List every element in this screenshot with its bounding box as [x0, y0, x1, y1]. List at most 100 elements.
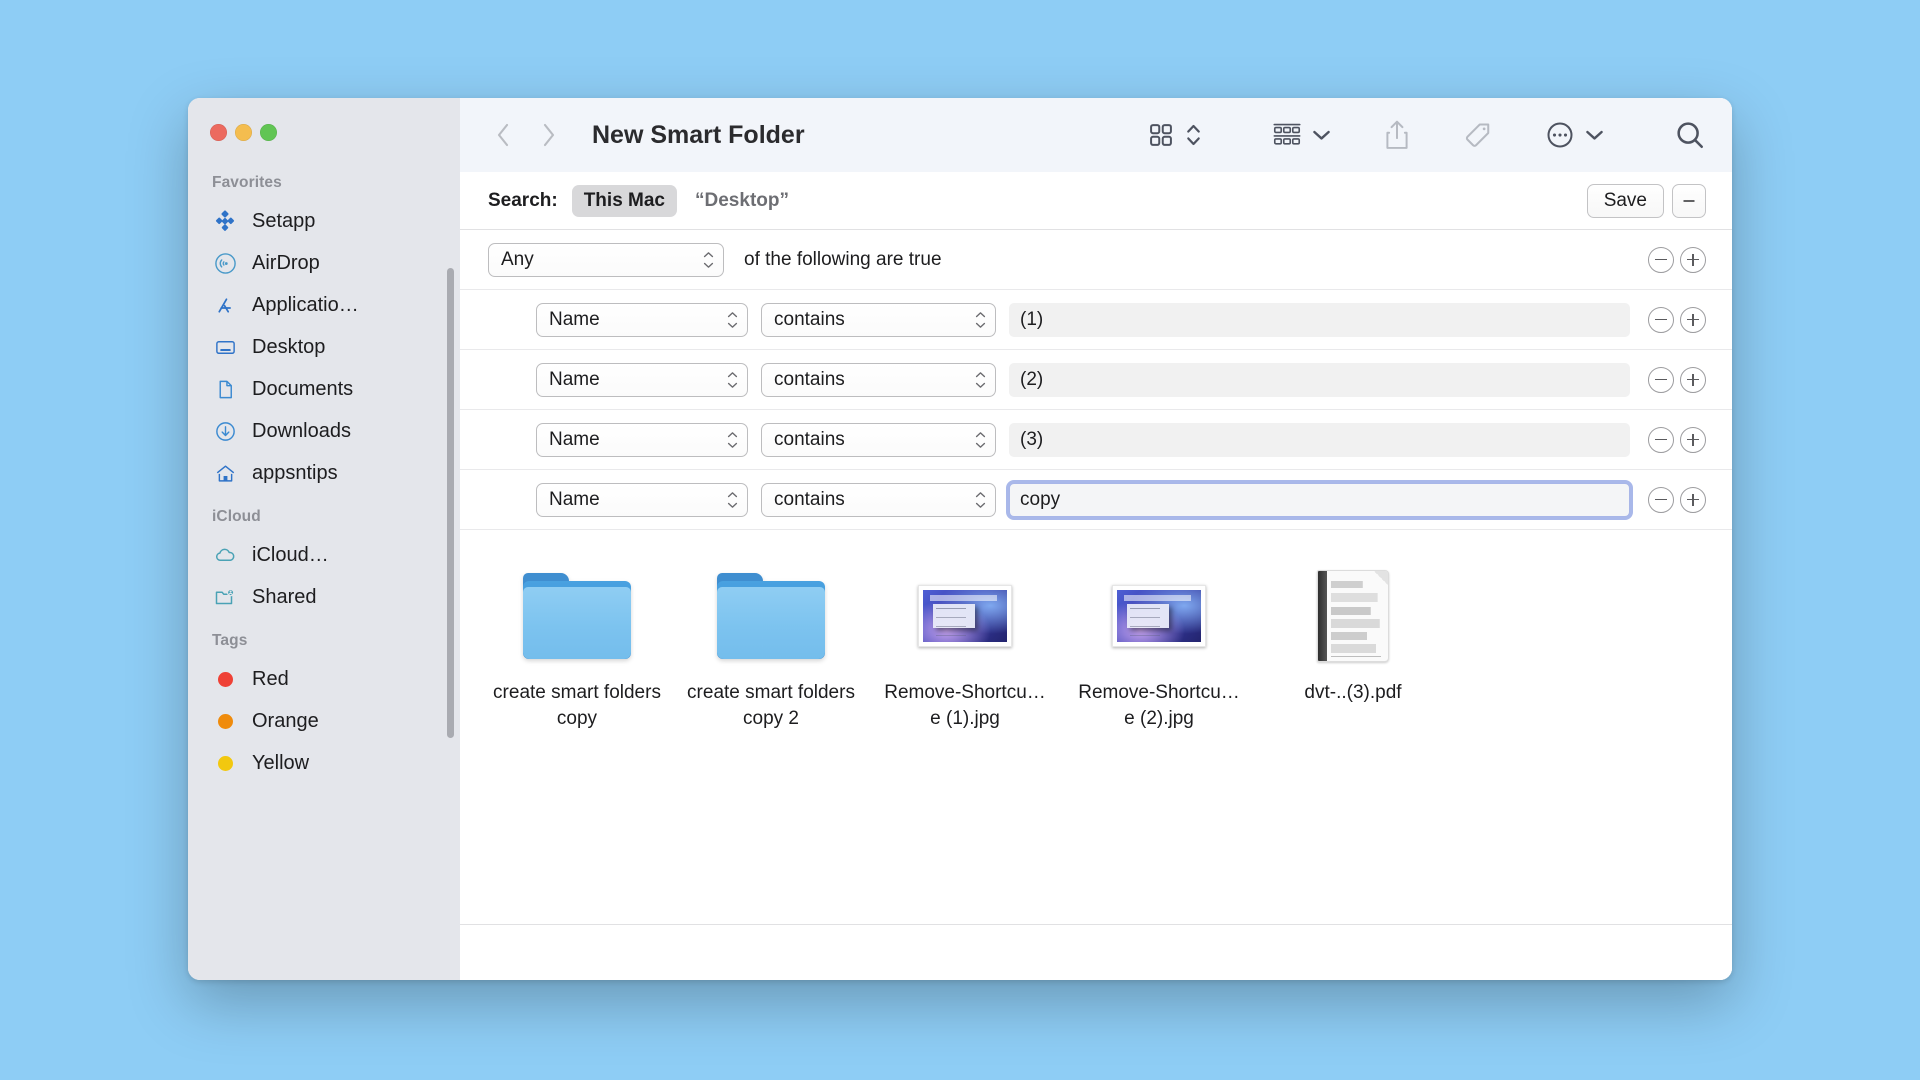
criteria-row-buttons — [1648, 486, 1706, 513]
criteria-attribute-select[interactable]: Name — [536, 482, 748, 517]
forward-button[interactable] — [538, 120, 560, 150]
add-criteria-button[interactable] — [1680, 366, 1706, 393]
sidebar-item-label: Shared — [252, 585, 317, 608]
view-options-stepper[interactable] — [1185, 120, 1202, 150]
criteria-attribute-select[interactable]: Name — [536, 302, 748, 337]
match-type-value: Any — [501, 248, 534, 270]
criteria-value-input-focused[interactable]: copy — [1009, 482, 1630, 517]
select-stepper-icon — [975, 491, 986, 508]
file-item[interactable]: Remove-Shortcu…e (1).jpg — [880, 564, 1050, 732]
navigation-buttons — [492, 120, 560, 150]
criteria-value-input[interactable]: (2) — [1009, 362, 1630, 397]
scope-this-mac[interactable]: This Mac — [571, 184, 678, 217]
criteria-operator-select[interactable]: contains — [761, 422, 996, 457]
tag-button[interactable] — [1463, 120, 1493, 150]
sidebar-item-label: AirDrop — [252, 251, 320, 274]
minus-icon — [1683, 199, 1695, 202]
file-thumbnail — [1317, 564, 1389, 668]
sidebar-scrollbar[interactable] — [447, 268, 454, 738]
sidebar-item-desktop[interactable]: Desktop — [188, 326, 460, 368]
more-button[interactable] — [1545, 120, 1575, 150]
sidebar-item-airdrop[interactable]: AirDrop — [188, 242, 460, 284]
sidebar-item-applications[interactable]: Applicatio… — [188, 284, 460, 326]
criteria-row: Name contains (1) — [460, 290, 1732, 350]
more-chevron[interactable] — [1585, 128, 1604, 142]
remove-criteria-button[interactable] — [1648, 366, 1674, 393]
file-item[interactable]: dvt-..(3).pdf — [1268, 564, 1438, 732]
criteria-value-input[interactable]: (1) — [1009, 302, 1630, 337]
group-by-button[interactable] — [1272, 121, 1302, 149]
criteria-row: Name contains (2) — [460, 350, 1732, 410]
criteria-attribute-select[interactable]: Name — [536, 362, 748, 397]
scope-desktop[interactable]: “Desktop” — [695, 190, 789, 212]
add-criteria-button[interactable] — [1680, 486, 1706, 513]
criteria-value-text: (3) — [1020, 428, 1044, 450]
more-controls — [1545, 120, 1604, 150]
icon-view-button[interactable] — [1147, 121, 1175, 149]
file-item[interactable]: Remove-Shortcu…e (2).jpg — [1074, 564, 1244, 732]
maximize-button[interactable] — [260, 124, 277, 141]
search-header-actions: Save — [1586, 183, 1706, 218]
chevron-right-icon — [543, 123, 555, 147]
sidebar-item-label: Yellow — [252, 751, 310, 774]
remove-criteria-button[interactable] — [1648, 486, 1674, 513]
toolbar: New Smart Folder — [460, 98, 1732, 172]
sidebar-item-downloads[interactable]: Downloads — [188, 410, 460, 452]
sidebar-item-shared[interactable]: Shared — [188, 576, 460, 618]
match-type-select[interactable]: Any — [488, 242, 724, 277]
add-criteria-button[interactable] — [1680, 246, 1706, 273]
criteria-attribute-value: Name — [549, 308, 600, 330]
file-item[interactable]: create smart folders copy — [492, 564, 662, 732]
sidebar-item-appsntips[interactable]: appsntips — [188, 452, 460, 494]
sidebar-item-documents[interactable]: Documents — [188, 368, 460, 410]
remove-criteria-button[interactable] — [1648, 306, 1674, 333]
sidebar-item-tag-yellow[interactable]: Yellow — [188, 742, 460, 784]
file-name: dvt-..(3).pdf — [1304, 682, 1402, 703]
criteria-attribute-value: Name — [549, 368, 600, 390]
criteria-value-text: (2) — [1020, 368, 1044, 390]
main-pane: New Smart Folder Search: This Mac “Deskt… — [460, 98, 1732, 980]
file-thumbnail — [918, 564, 1012, 668]
close-button[interactable] — [210, 124, 227, 141]
search-label: Search: — [488, 189, 558, 211]
sidebar-item-tag-red[interactable]: Red — [188, 658, 460, 700]
sidebar-item-label: Desktop — [252, 335, 326, 358]
criteria-attribute-select[interactable]: Name — [536, 422, 748, 457]
criteria-operator-value: contains — [774, 368, 845, 390]
file-item[interactable]: create smart folders copy 2 — [686, 564, 856, 732]
criteria-operator-select[interactable]: contains — [761, 302, 996, 337]
criteria-operator-value: contains — [774, 308, 845, 330]
tag-dot-icon — [212, 751, 238, 775]
criteria-value-input[interactable]: (3) — [1009, 422, 1630, 457]
select-stepper-icon — [975, 431, 986, 448]
file-name: create smart folders copy 2 — [687, 682, 855, 729]
criteria-value-text: (1) — [1020, 308, 1044, 330]
select-stepper-icon — [975, 311, 986, 328]
sidebar-item-setapp[interactable]: Setapp — [188, 200, 460, 242]
documents-icon — [212, 377, 238, 401]
chevron-down-icon — [1313, 130, 1330, 140]
close-search-button[interactable] — [1672, 183, 1706, 218]
criteria-attribute-value: Name — [549, 428, 600, 450]
minimize-button[interactable] — [235, 124, 252, 141]
icloud-icon — [212, 543, 238, 567]
criteria-value-text: copy — [1020, 488, 1061, 510]
add-criteria-button[interactable] — [1680, 426, 1706, 453]
pdf-file-icon — [1317, 570, 1389, 662]
more-circle-icon — [1547, 122, 1573, 148]
remove-criteria-button[interactable] — [1648, 426, 1674, 453]
remove-criteria-button[interactable] — [1648, 246, 1674, 273]
file-name: Remove-Shortcu…e (2).jpg — [1078, 682, 1240, 729]
select-stepper-icon — [727, 371, 738, 388]
file-thumbnail — [717, 564, 825, 668]
share-button[interactable] — [1383, 119, 1411, 151]
save-button[interactable]: Save — [1586, 183, 1664, 218]
back-button[interactable] — [492, 120, 514, 150]
group-by-chevron[interactable] — [1312, 128, 1331, 142]
sidebar-item-icloud-drive[interactable]: iCloud… — [188, 534, 460, 576]
search-button[interactable] — [1674, 119, 1706, 151]
criteria-operator-select[interactable]: contains — [761, 362, 996, 397]
sidebar-item-tag-orange[interactable]: Orange — [188, 700, 460, 742]
criteria-operator-select[interactable]: contains — [761, 482, 996, 517]
add-criteria-button[interactable] — [1680, 306, 1706, 333]
